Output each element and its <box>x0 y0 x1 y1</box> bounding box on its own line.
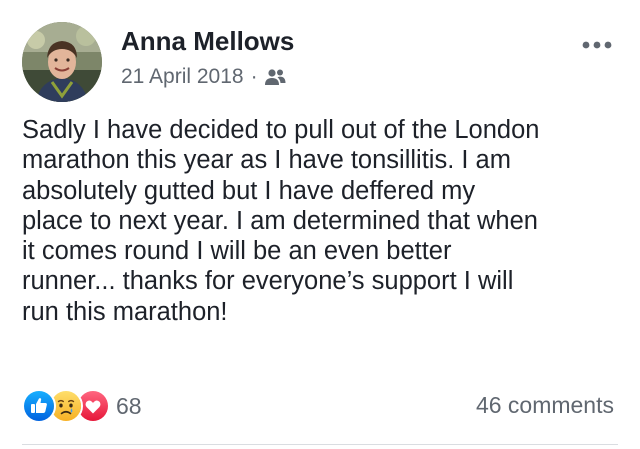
comments-count-link[interactable]: 46 comments <box>476 392 614 419</box>
post-text-line: runner... thanks for everyone’s support … <box>22 267 514 296</box>
post-text-line: marathon this year as I have tonsillitis… <box>22 146 511 175</box>
post-text-line: it comes round I will be an even better <box>22 237 452 266</box>
friends-icon[interactable] <box>264 68 286 86</box>
avatar-photo <box>22 22 102 102</box>
post-text-line: place to next year. I am determined that… <box>22 206 538 235</box>
post-text-line: Sadly I have decided to pull out of the … <box>22 116 540 144</box>
post-body-text: Sadly I have decided to pull out of the … <box>22 115 622 327</box>
author-name[interactable]: Anna Mellows <box>121 26 294 57</box>
facebook-post: Anna Mellows 21 April 2018 · Sadly I hav… <box>0 0 640 449</box>
reaction-count: 68 <box>116 392 142 419</box>
reactions-summary[interactable]: 68 <box>22 389 142 423</box>
footer-divider <box>22 444 618 445</box>
post-text-line: run this marathon! <box>22 297 228 326</box>
more-options-icon[interactable] <box>578 36 618 54</box>
post-meta: 21 April 2018 · <box>121 64 286 90</box>
author-avatar[interactable] <box>22 22 102 102</box>
like-reaction-icon <box>22 389 56 423</box>
meta-separator: · <box>250 65 258 88</box>
post-text-line: absolutely gutted but I have deffered my <box>22 176 476 205</box>
post-date[interactable]: 21 April 2018 <box>121 65 244 89</box>
